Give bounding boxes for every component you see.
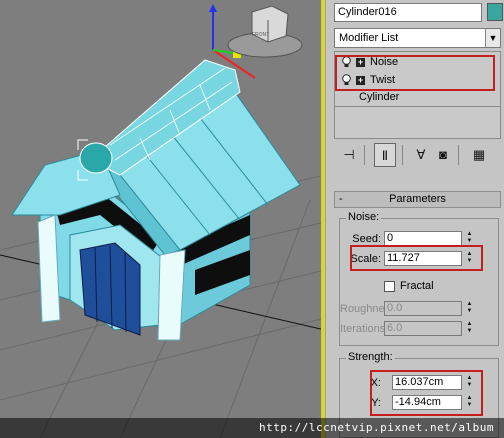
seed-label: Seed:	[352, 233, 381, 245]
command-panel: Cylinder016 Modifier List ▼ + Noise + Tw…	[325, 0, 504, 438]
viewcube-face-label: FRONT	[252, 32, 269, 38]
collapse-minus-icon[interactable]: -	[339, 192, 343, 207]
pin-stack-icon[interactable]: ⊣	[338, 143, 360, 167]
toolbar-separator	[458, 145, 459, 165]
watermark-text: http://lccnetvip.pixnet.net/album	[259, 421, 495, 434]
stack-item-cylinder[interactable]: Cylinder	[335, 90, 500, 105]
show-end-result-icon[interactable]: Ⅱ	[374, 143, 396, 167]
fractal-checkbox[interactable]	[384, 281, 395, 292]
dropdown-arrow-icon[interactable]: ▼	[485, 29, 500, 47]
modifier-list-dropdown[interactable]: Modifier List ▼	[334, 28, 501, 48]
rollout-title: Parameters	[389, 193, 446, 205]
seed-spinner[interactable]: ▲ ▼	[465, 231, 474, 246]
stack-toolbar: ⊣ Ⅱ ∀ ◙ ▦	[334, 143, 501, 169]
iterations-label: Iterations:	[340, 323, 389, 335]
stack-divider	[335, 106, 500, 107]
iterations-input[interactable]: 6.0	[384, 321, 462, 336]
modifier-list-label: Modifier List	[339, 32, 399, 44]
seed-input[interactable]: 0	[384, 231, 462, 246]
highlight-modifiers-box	[335, 55, 495, 91]
object-name-row: Cylinder016	[334, 3, 504, 23]
parameters-rollout-header[interactable]: - Parameters	[334, 191, 501, 208]
object-color-swatch[interactable]	[487, 3, 503, 21]
toolbar-separator	[402, 145, 403, 165]
house-model[interactable]	[11, 44, 301, 341]
viewcube-icon[interactable]: FRONT	[227, 5, 303, 58]
iterations-spinner[interactable]: ▲ ▼	[465, 321, 474, 336]
object-name-field[interactable]: Cylinder016	[334, 3, 482, 22]
viewport-scene: FRONT	[0, 4, 325, 438]
fractal-label: Fractal	[400, 280, 434, 292]
roughness-spinner[interactable]: ▲ ▼	[465, 301, 474, 316]
stack-item-label: Cylinder	[359, 91, 400, 103]
perspective-viewport[interactable]: FRONT	[0, 0, 325, 438]
highlight-strength-box	[370, 370, 483, 416]
roughness-label: Roughness:	[340, 303, 399, 315]
noise-group-title: Noise:	[346, 211, 382, 223]
highlight-scale-box	[350, 245, 483, 271]
remove-modifier-icon[interactable]: ◙	[432, 143, 454, 167]
strength-group-title: Strength:	[346, 351, 395, 363]
toolbar-separator	[364, 145, 365, 165]
roughness-input[interactable]: 0.0	[384, 301, 462, 316]
configure-sets-icon[interactable]: ▦	[468, 143, 490, 167]
make-unique-icon[interactable]: ∀	[410, 143, 432, 167]
